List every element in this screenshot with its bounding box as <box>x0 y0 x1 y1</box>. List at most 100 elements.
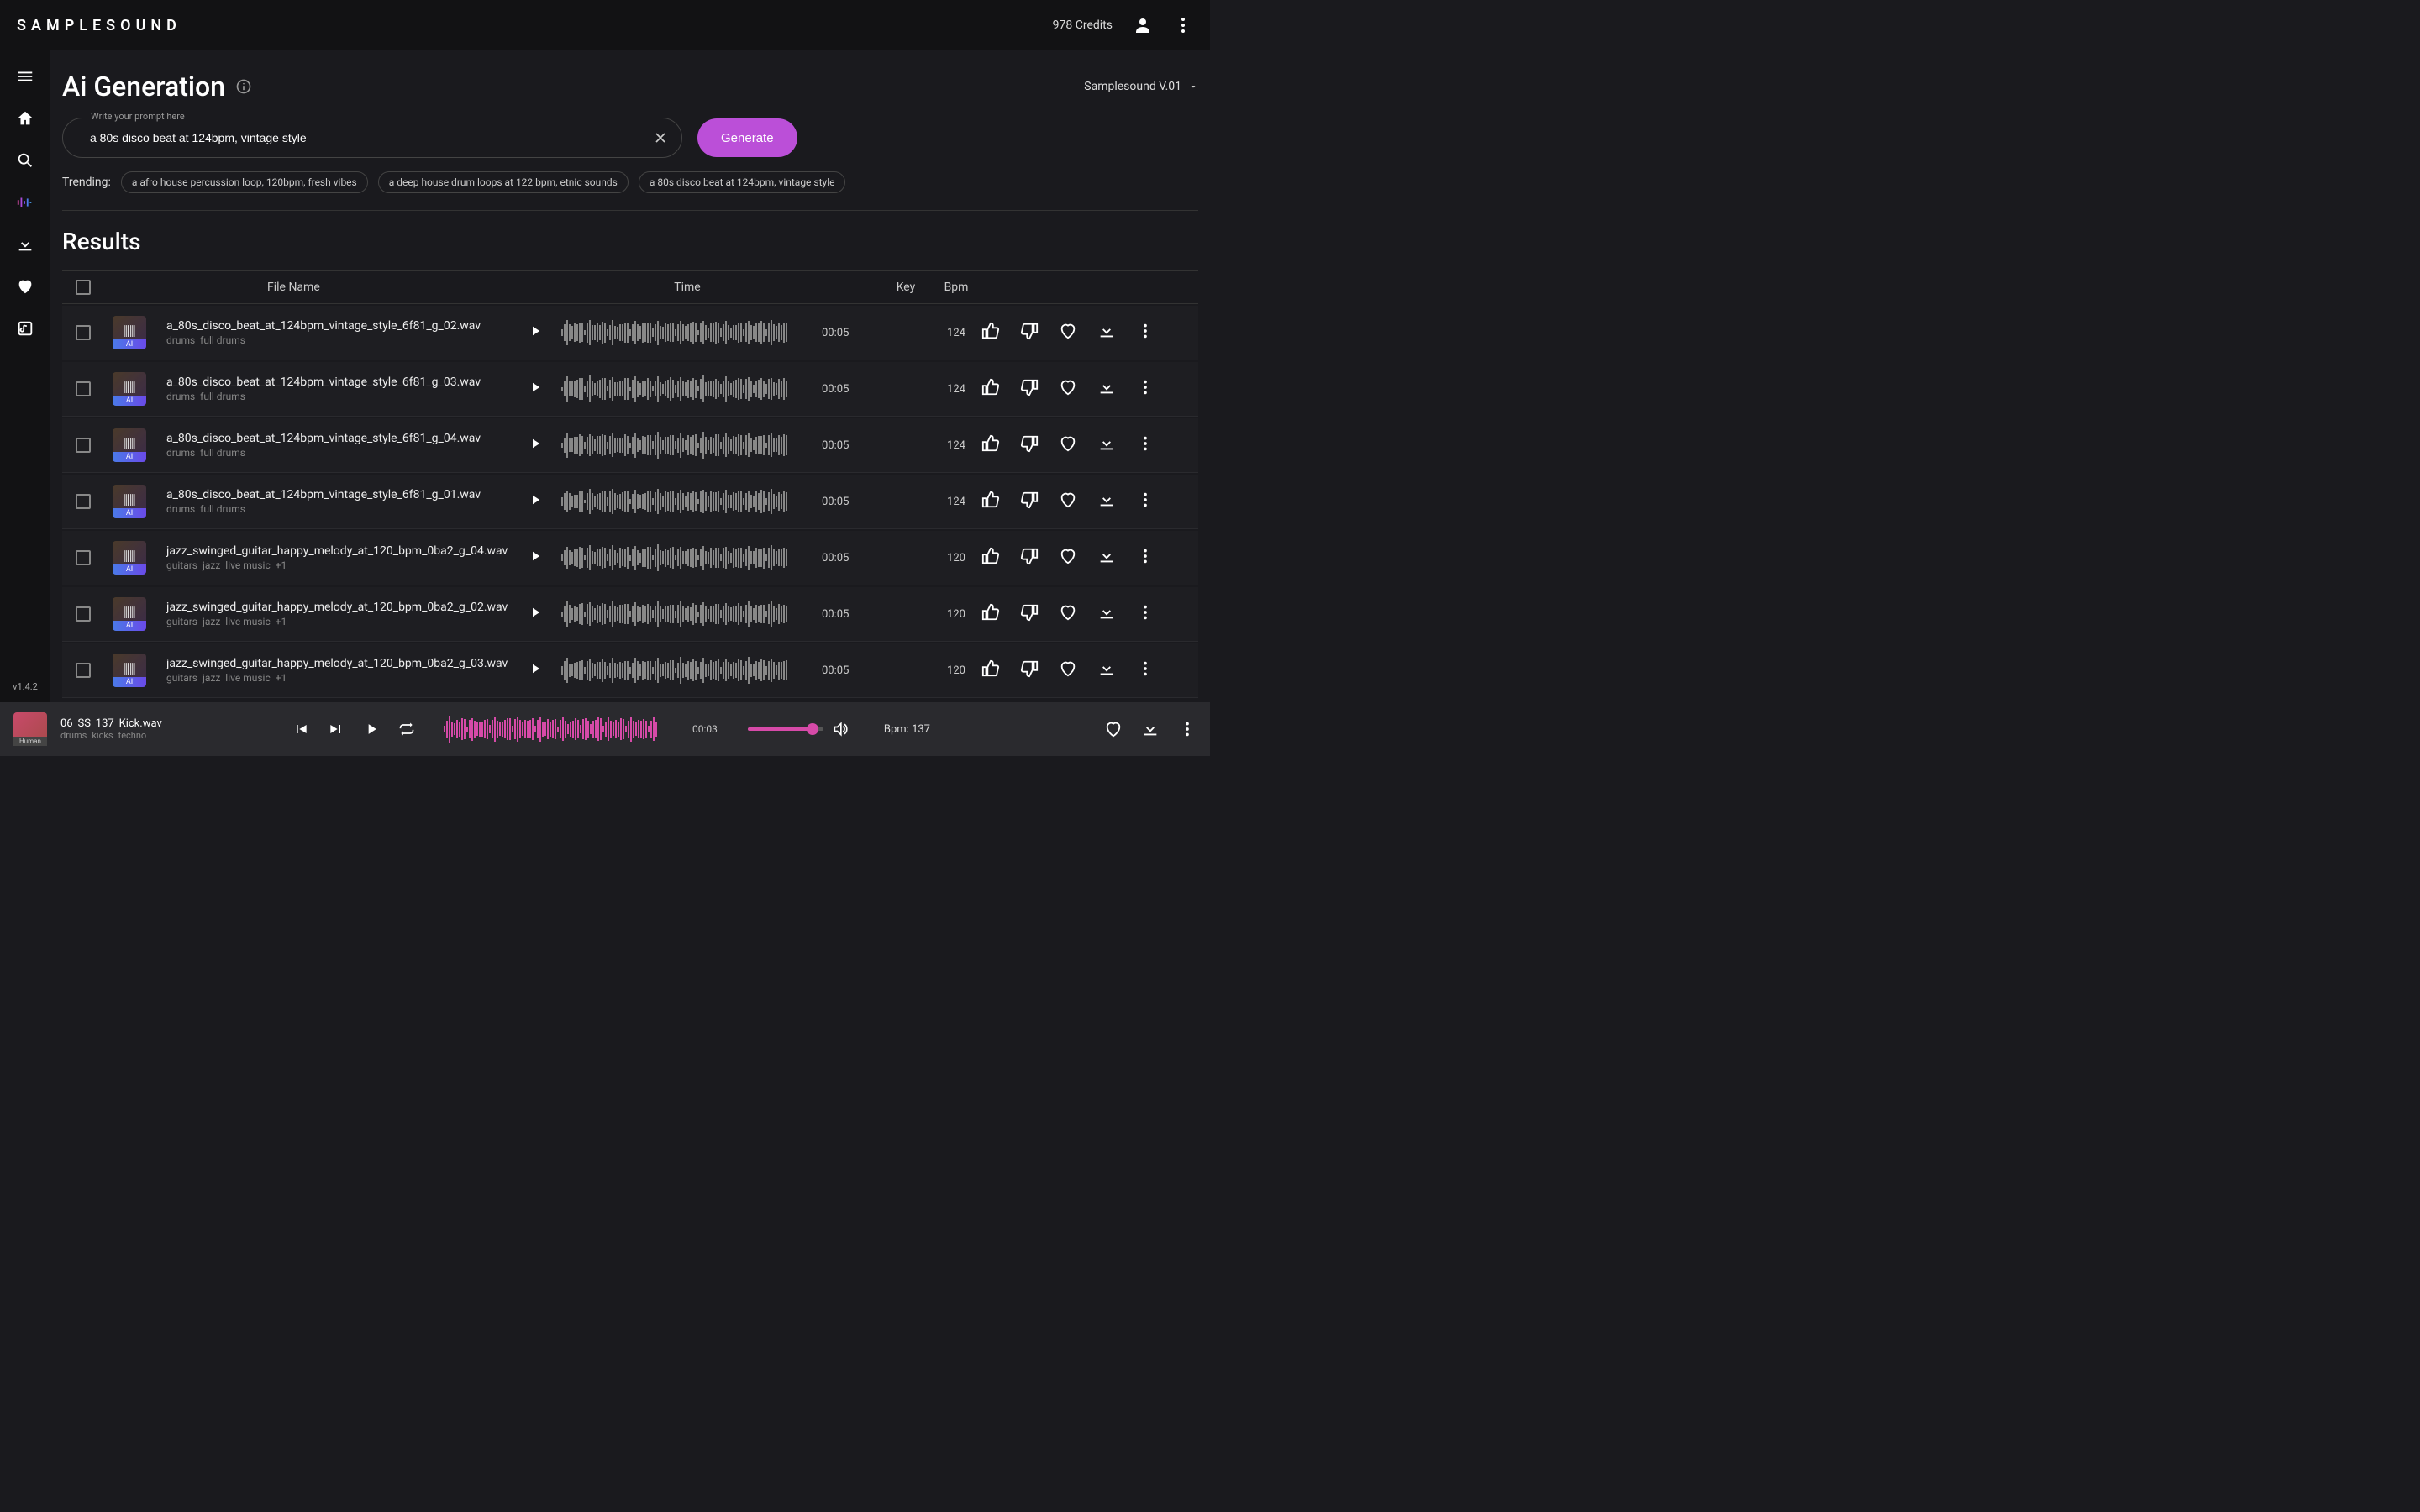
file-name: jazz_swinged_guitar_happy_melody_at_120_… <box>166 544 528 558</box>
download-icon[interactable] <box>1097 547 1116 565</box>
more-icon[interactable] <box>1136 659 1155 678</box>
thumbs-down-icon[interactable] <box>1020 547 1039 565</box>
thumbs-up-icon[interactable] <box>981 659 1000 678</box>
thumbs-up-icon[interactable] <box>981 491 1000 509</box>
player-waveform[interactable] <box>444 714 671 744</box>
play-icon[interactable] <box>528 436 543 451</box>
more-icon[interactable] <box>1136 434 1155 453</box>
more-icon[interactable] <box>1136 378 1155 396</box>
model-select[interactable]: Samplesound V.01 <box>1084 80 1198 93</box>
row-checkbox[interactable] <box>76 438 91 453</box>
row-checkbox[interactable] <box>76 325 91 340</box>
download-icon[interactable] <box>1097 378 1116 396</box>
row-thumbnail[interactable]: ⫴⫴ AI <box>113 316 146 349</box>
account-icon[interactable] <box>1133 15 1153 35</box>
trending-chip[interactable]: a deep house drum loops at 122 bpm, etni… <box>378 171 629 193</box>
waveform[interactable] <box>561 430 813 460</box>
row-thumbnail[interactable]: ⫴⫴ AI <box>113 428 146 462</box>
waveform[interactable] <box>561 318 813 348</box>
thumbs-up-icon[interactable] <box>981 603 1000 622</box>
play-icon[interactable] <box>528 605 543 620</box>
more-icon[interactable] <box>1178 720 1197 738</box>
library-icon[interactable] <box>16 319 34 338</box>
prev-track-icon[interactable] <box>292 721 309 738</box>
favorite-icon[interactable] <box>1059 659 1077 678</box>
next-track-icon[interactable] <box>328 721 345 738</box>
favorite-icon[interactable] <box>1059 547 1077 565</box>
favorite-icon[interactable] <box>1059 322 1077 340</box>
thumbs-down-icon[interactable] <box>1020 603 1039 622</box>
row-bpm: 120 <box>931 552 981 564</box>
volume-icon[interactable] <box>832 721 849 738</box>
row-checkbox[interactable] <box>76 494 91 509</box>
thumbs-down-icon[interactable] <box>1020 491 1039 509</box>
favorite-icon[interactable] <box>1059 434 1077 453</box>
player-thumbnail[interactable]: Human <box>13 712 47 746</box>
thumbs-down-icon[interactable] <box>1020 378 1039 396</box>
play-icon[interactable] <box>528 492 543 507</box>
row-thumbnail[interactable]: ⫴⫴ AI <box>113 485 146 518</box>
row-checkbox[interactable] <box>76 550 91 565</box>
info-icon[interactable] <box>235 78 252 95</box>
more-icon[interactable] <box>1136 603 1155 622</box>
more-menu-icon[interactable] <box>1173 15 1193 35</box>
trending-chip[interactable]: a 80s disco beat at 124bpm, vintage styl… <box>639 171 846 193</box>
row-checkbox[interactable] <box>76 663 91 678</box>
thumbs-up-icon[interactable] <box>981 547 1000 565</box>
thumbs-down-icon[interactable] <box>1020 434 1039 453</box>
favorite-icon[interactable] <box>1059 378 1077 396</box>
favorite-icon[interactable] <box>1059 603 1077 622</box>
favorite-icon[interactable] <box>1059 491 1077 509</box>
row-thumbnail[interactable]: ⫴⫴ AI <box>113 654 146 687</box>
waveform[interactable] <box>561 655 813 685</box>
waveform[interactable] <box>561 599 813 629</box>
waveform[interactable] <box>561 486 813 517</box>
waveform[interactable] <box>561 374 813 404</box>
play-icon[interactable] <box>528 380 543 395</box>
download-icon[interactable] <box>1141 720 1160 738</box>
row-thumbnail[interactable]: ⫴⫴ AI <box>113 597 146 631</box>
row-thumbnail[interactable]: ⫴⫴ AI <box>113 541 146 575</box>
play-icon[interactable] <box>528 323 543 339</box>
thumbs-down-icon[interactable] <box>1020 322 1039 340</box>
thumbs-up-icon[interactable] <box>981 322 1000 340</box>
trending-chip[interactable]: a afro house percussion loop, 120bpm, fr… <box>121 171 368 193</box>
download-icon[interactable] <box>1097 491 1116 509</box>
download-icon[interactable] <box>1097 322 1116 340</box>
play-icon[interactable] <box>363 721 380 738</box>
clear-icon[interactable] <box>652 129 669 146</box>
download-icon[interactable] <box>1097 659 1116 678</box>
menu-icon[interactable] <box>16 67 34 86</box>
favorite-icon[interactable] <box>1104 720 1123 738</box>
search-icon[interactable] <box>16 151 34 170</box>
select-all-checkbox[interactable] <box>76 280 91 295</box>
download-icon[interactable] <box>1097 603 1116 622</box>
player-track-name: 06_SS_137_Kick.wav <box>60 717 195 730</box>
thumbs-up-icon[interactable] <box>981 434 1000 453</box>
file-name: a_80s_disco_beat_at_124bpm_vintage_style… <box>166 488 528 501</box>
play-icon[interactable] <box>528 661 543 676</box>
page-title: Ai Generation <box>62 71 252 102</box>
waveform[interactable] <box>561 543 813 573</box>
thumbs-up-icon[interactable] <box>981 378 1000 396</box>
ai-badge: AI <box>113 677 146 687</box>
volume-slider[interactable] <box>748 727 823 731</box>
file-name: jazz_swinged_guitar_happy_melody_at_120_… <box>166 601 528 614</box>
thumbs-down-icon[interactable] <box>1020 659 1039 678</box>
more-icon[interactable] <box>1136 491 1155 509</box>
downloads-icon[interactable] <box>16 235 34 254</box>
row-thumbnail[interactable]: ⫴⫴ AI <box>113 372 146 406</box>
favorites-icon[interactable] <box>16 277 34 296</box>
row-checkbox[interactable] <box>76 381 91 396</box>
ai-generation-icon[interactable] <box>16 193 34 212</box>
prompt-input[interactable] <box>62 118 682 158</box>
play-icon[interactable] <box>528 549 543 564</box>
more-icon[interactable] <box>1136 322 1155 340</box>
loop-icon[interactable] <box>398 721 415 738</box>
generate-button[interactable]: Generate <box>697 118 797 157</box>
home-icon[interactable] <box>16 109 34 128</box>
row-checkbox[interactable] <box>76 606 91 622</box>
trending-row: Trending: a afro house percussion loop, … <box>62 171 1198 211</box>
download-icon[interactable] <box>1097 434 1116 453</box>
more-icon[interactable] <box>1136 547 1155 565</box>
